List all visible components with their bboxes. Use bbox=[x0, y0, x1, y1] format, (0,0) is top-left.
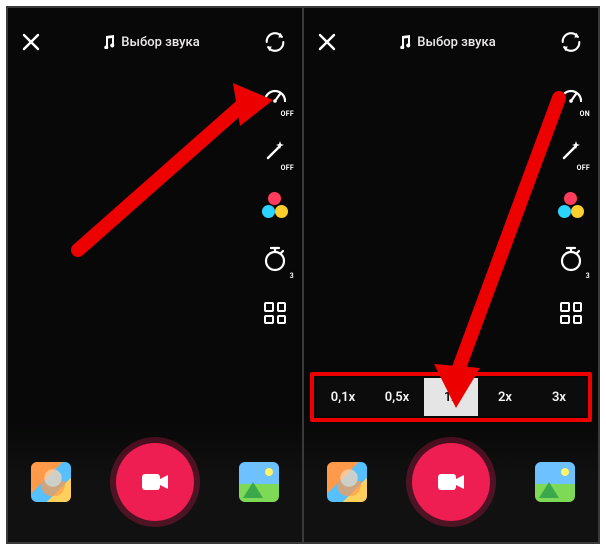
magic-wand-icon bbox=[559, 139, 583, 163]
magic-wand-icon bbox=[263, 139, 287, 163]
more-grid-button[interactable] bbox=[554, 296, 588, 330]
timer-sub-label: 3 bbox=[290, 272, 294, 280]
comparison-frame: Выбор звука OFF bbox=[6, 6, 600, 544]
effects-button[interactable] bbox=[327, 462, 367, 502]
sound-label: Выбор звука bbox=[121, 35, 199, 50]
speed-option-3[interactable]: 2x bbox=[478, 378, 532, 416]
timer-button[interactable]: 3 bbox=[258, 242, 292, 276]
bottom-bar bbox=[8, 422, 302, 542]
filter-icon bbox=[558, 192, 584, 218]
music-note-icon bbox=[398, 35, 411, 49]
flip-camera-button[interactable] bbox=[262, 29, 288, 55]
sound-label: Выбор звука bbox=[417, 35, 495, 50]
grid-icon bbox=[560, 302, 582, 324]
speed-sub-label: ON bbox=[580, 110, 590, 118]
music-note-icon bbox=[102, 35, 115, 49]
speed-sub-label: OFF bbox=[281, 110, 294, 118]
timer-icon bbox=[558, 246, 584, 272]
magic-sub-label: OFF bbox=[577, 164, 590, 172]
speed-selector: 0,1x 0,5x 1x 2x 3x bbox=[316, 378, 586, 416]
timer-button[interactable]: 3 bbox=[554, 242, 588, 276]
filters-button[interactable] bbox=[258, 188, 292, 222]
record-button[interactable] bbox=[412, 443, 490, 521]
record-button[interactable] bbox=[116, 443, 194, 521]
annotation-outline: 0,1x 0,5x 1x 2x 3x bbox=[310, 372, 592, 422]
speed-button[interactable]: OFF bbox=[258, 80, 292, 114]
annotation-arrow bbox=[424, 86, 574, 416]
sound-selector[interactable]: Выбор звука bbox=[102, 35, 199, 50]
phone-left: Выбор звука OFF bbox=[8, 8, 302, 542]
phone-right: Выбор звука ON bbox=[304, 8, 598, 542]
upload-button[interactable] bbox=[239, 462, 279, 502]
speed-selector-highlight: 0,1x 0,5x 1x 2x 3x bbox=[310, 372, 592, 422]
more-grid-button[interactable] bbox=[258, 296, 292, 330]
speed-option-4[interactable]: 3x bbox=[532, 378, 586, 416]
filters-button[interactable] bbox=[554, 188, 588, 222]
magic-button[interactable]: OFF bbox=[258, 134, 292, 168]
speedometer-icon bbox=[558, 84, 584, 110]
sound-selector[interactable]: Выбор звука bbox=[398, 35, 495, 50]
annotation-arrow bbox=[58, 78, 278, 258]
close-button[interactable] bbox=[318, 33, 336, 51]
video-camera-icon bbox=[437, 471, 465, 493]
speedometer-icon bbox=[262, 84, 288, 110]
timer-icon bbox=[262, 246, 288, 272]
speed-option-2[interactable]: 1x bbox=[424, 378, 478, 416]
magic-button[interactable]: OFF bbox=[554, 134, 588, 168]
top-bar: Выбор звука bbox=[8, 22, 302, 62]
flip-camera-button[interactable] bbox=[558, 29, 584, 55]
top-bar: Выбор звука bbox=[304, 22, 598, 62]
speed-button[interactable]: ON bbox=[554, 80, 588, 114]
upload-button[interactable] bbox=[535, 462, 575, 502]
close-button[interactable] bbox=[22, 33, 40, 51]
sidebar-tools: ON OFF 3 bbox=[554, 80, 588, 330]
speed-option-0[interactable]: 0,1x bbox=[316, 378, 370, 416]
magic-sub-label: OFF bbox=[281, 164, 294, 172]
timer-sub-label: 3 bbox=[586, 272, 590, 280]
sidebar-tools: OFF OFF 3 bbox=[258, 80, 292, 330]
speed-option-1[interactable]: 0,5x bbox=[370, 378, 424, 416]
filter-icon bbox=[262, 192, 288, 218]
bottom-bar bbox=[304, 422, 598, 542]
grid-icon bbox=[264, 302, 286, 324]
video-camera-icon bbox=[141, 471, 169, 493]
effects-button[interactable] bbox=[31, 462, 71, 502]
